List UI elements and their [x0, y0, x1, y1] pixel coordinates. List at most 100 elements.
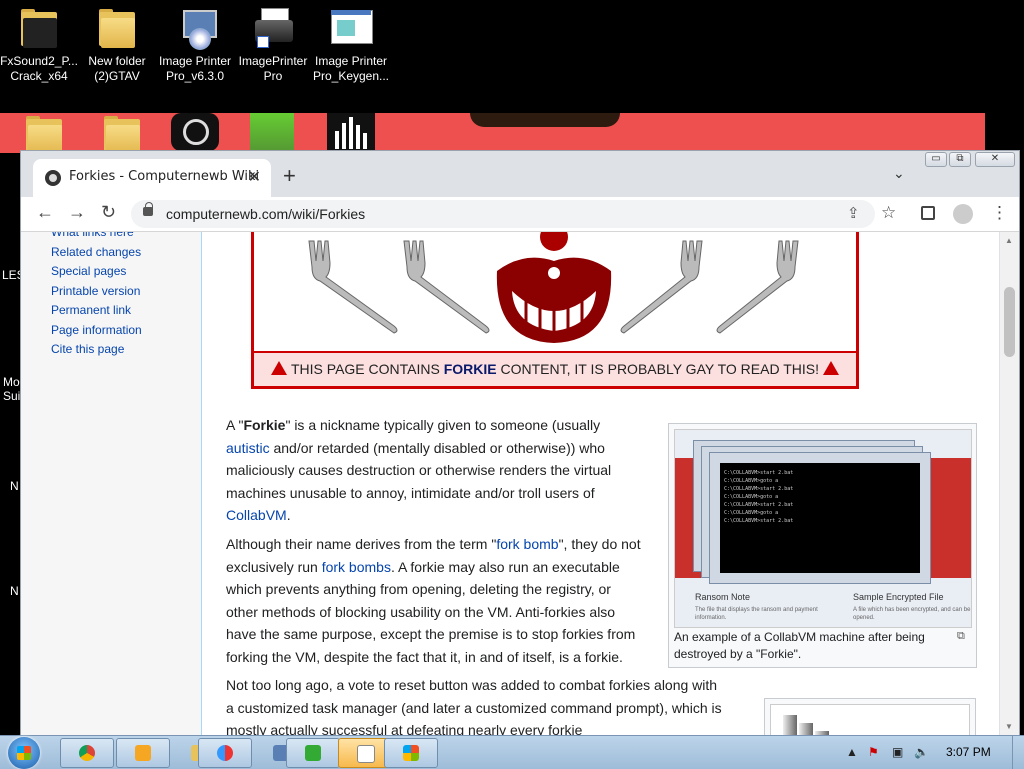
thumb-ransom-note: Ransom Note — [695, 592, 751, 602]
sidebar-item-what-links-here[interactable]: What links here — [51, 232, 142, 243]
url-text[interactable]: computernewb.com/wiki/Forkies — [166, 206, 365, 222]
chrome-icon — [79, 745, 95, 761]
restore-button[interactable]: ⧉ — [949, 152, 971, 167]
new-tab-button[interactable]: + — [283, 163, 296, 189]
tab-close-icon[interactable]: ✕ — [248, 167, 261, 187]
app-icon — [357, 745, 375, 763]
taskbar-app-1[interactable] — [198, 738, 252, 768]
folder-icon[interactable] — [100, 113, 140, 155]
taskbar-chrome[interactable] — [60, 738, 114, 768]
warning-banner: THIS PAGE CONTAINS FORKIE CONTENT, IT IS… — [251, 232, 859, 389]
taskbar-clock[interactable]: 3:07 PM — [946, 745, 991, 759]
fork-icon — [308, 240, 398, 334]
taskbar: ▲ ⚑ ▣ 🔈 3:07 PM — [0, 735, 1024, 769]
console-window: C:\COLLABVM>start 2.bat C:\COLLABVM>goto… — [717, 460, 923, 576]
menu-kebab-icon[interactable]: ⋮ — [991, 203, 1008, 223]
taskbar-media-player[interactable] — [116, 738, 170, 768]
link-fork-bomb[interactable]: fork bomb — [496, 536, 558, 552]
sidebar-item-cite-this-page[interactable]: Cite this page — [51, 340, 142, 360]
desktop-icon-label: Sui — [3, 389, 21, 403]
link-collabvm[interactable]: CollabVM — [226, 507, 287, 523]
desktop-icon-image-printer-keygen[interactable]: Image Printer Pro_Keygen... — [312, 6, 390, 84]
thumbnail-figure-2 — [764, 698, 976, 735]
text: Although their name derives from the ter… — [226, 536, 497, 552]
desktop-icon-label: Image Printer Pro_Keygen... — [312, 54, 390, 83]
text: " is a nickname typically given to someo… — [285, 417, 601, 433]
sidebar-item-permanent-link[interactable]: Permanent link — [51, 301, 142, 321]
console-line: C:\COLLABVM>start 2.bat — [724, 502, 794, 508]
banner-prefix: THIS PAGE CONTAINS — [291, 361, 444, 377]
banner-strong: FORKIE — [443, 361, 497, 377]
console-line: C:\COLLABVM>goto a — [724, 494, 779, 500]
start-button[interactable] — [8, 737, 40, 769]
console-line: C:\COLLABVM>goto a — [724, 478, 779, 484]
forward-icon[interactable]: → — [68, 202, 86, 223]
scroll-down-icon[interactable]: ▼ — [1005, 722, 1013, 731]
volume-icon[interactable]: 🔈 — [914, 745, 929, 759]
banner-image — [254, 232, 856, 353]
bookmark-star-icon[interactable]: ☆ — [881, 203, 896, 223]
console-line: C:\COLLABVM>start 2.bat — [724, 486, 794, 492]
forkie-banner-illustration — [308, 232, 799, 343]
warning-icon — [271, 361, 287, 375]
thumb-sample-file: Sample Encrypted File — [853, 592, 944, 602]
tab-search-icon[interactable]: ⌄ — [893, 165, 905, 182]
fork-icon — [620, 240, 703, 334]
desktop-icon-image-printer-pro-installer[interactable]: Image Printer Pro_v6.3.0 — [156, 6, 234, 84]
app-icon[interactable] — [171, 113, 219, 151]
taskbar-app-5[interactable] — [384, 738, 438, 768]
wallpaper-person — [470, 113, 620, 127]
banner-suffix: CONTENT, IT IS PROBABLY GAY TO READ THIS… — [496, 361, 819, 377]
desktop-icon-new-folder[interactable]: New folder (2)GTAV — [78, 6, 156, 84]
paragraph-intro: A "Forkie" is a nickname typically given… — [226, 414, 646, 527]
side-panel-icon[interactable] — [921, 206, 935, 220]
action-center-icon[interactable]: ⚑ — [868, 745, 879, 759]
tab-title: Forkies - Computernewb Wiki — [69, 169, 260, 184]
browser-toolbar: ← → ↻ computernewb.com/wiki/Forkies ⇪ ☆ … — [21, 197, 1019, 232]
lock-icon[interactable] — [143, 202, 153, 216]
taskbar-app-3[interactable] — [286, 738, 340, 768]
scroll-up-icon[interactable]: ▲ — [1005, 236, 1013, 245]
link-autistic[interactable]: autistic — [226, 440, 270, 456]
sidebar-item-page-information[interactable]: Page information — [51, 321, 142, 341]
close-window-button[interactable]: ✕ — [975, 152, 1015, 167]
minecraft-icon[interactable] — [250, 113, 294, 151]
tab-forkies[interactable]: Forkies - Computernewb Wiki ✕ — [33, 159, 271, 197]
evil-smiley-icon — [496, 232, 612, 343]
thumb-sample-desc: A file which has been encrypted, and can… — [853, 607, 971, 621]
media-player-icon — [135, 745, 151, 761]
minimize-button[interactable]: ▭ — [925, 152, 947, 167]
scroll-thumb[interactable] — [1004, 287, 1015, 357]
app-icon — [217, 745, 233, 761]
folder-icon[interactable] — [22, 113, 62, 155]
share-icon[interactable]: ⇪ — [847, 204, 860, 222]
vertical-scrollbar[interactable]: ▲ ▼ — [1000, 232, 1019, 735]
thumbnail-image[interactable] — [770, 704, 970, 735]
back-icon[interactable]: ← — [36, 202, 54, 223]
equalizer-icon[interactable] — [327, 113, 375, 151]
show-hidden-icons[interactable]: ▲ — [846, 745, 858, 759]
console-line: C:\COLLABVM>start 2.bat — [724, 518, 794, 524]
thumbnail-image[interactable]: C:\COLLABVM>start 2.bat C:\COLLABVM>goto… — [674, 429, 972, 628]
reload-icon[interactable]: ↻ — [101, 202, 116, 223]
desktop-icon-fxsound[interactable]: FxSound2_P... Crack_x64 — [0, 6, 78, 84]
sidebar-item-printable-version[interactable]: Printable version — [51, 282, 142, 302]
show-desktop-button[interactable] — [1012, 736, 1024, 769]
thumb-ransom-desc: The file that displays the ransom and pa… — [695, 607, 818, 621]
desktop-icon-label: N — [10, 584, 19, 598]
link-fork-bombs[interactable]: fork bombs — [322, 559, 391, 575]
browser-window: Forkies - Computernewb Wiki ✕ + ⌄ ▭ ⧉ ✕ … — [21, 151, 1019, 735]
address-bar[interactable]: computernewb.com/wiki/Forkies ⇪ — [131, 200, 875, 228]
tab-strip: Forkies - Computernewb Wiki ✕ + ⌄ ▭ ⧉ ✕ — [21, 151, 1019, 197]
page-content: What links here Related changes Special … — [21, 232, 999, 735]
desktop-icon-imageprinter-pro[interactable]: ImagePrinter Pro — [234, 6, 312, 84]
enlarge-icon[interactable]: ⧉ — [957, 630, 965, 643]
sidebar-item-special-pages[interactable]: Special pages — [51, 262, 142, 282]
desktop-icon-label: Mo — [3, 375, 20, 389]
profile-avatar-icon[interactable] — [953, 204, 973, 224]
sidebar-item-related-changes[interactable]: Related changes — [51, 243, 142, 263]
term-forkie: Forkie — [243, 417, 286, 433]
app-icon — [403, 745, 419, 761]
network-icon[interactable]: ▣ — [892, 745, 903, 759]
fork-icon — [403, 240, 490, 334]
